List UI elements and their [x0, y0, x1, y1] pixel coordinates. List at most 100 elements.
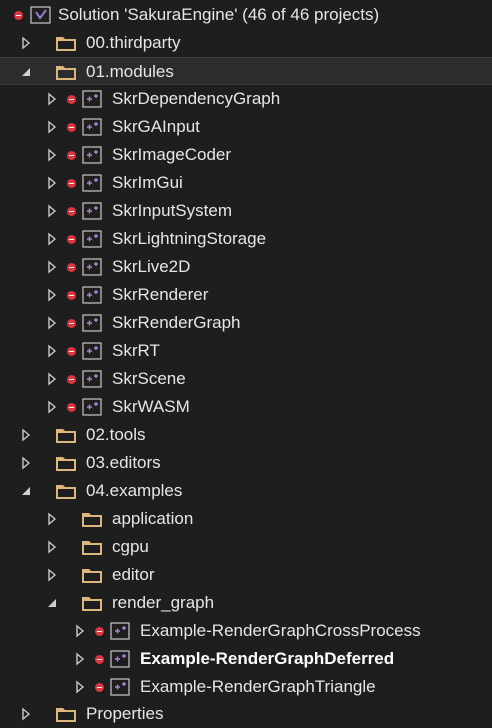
chevron-right-icon[interactable]	[74, 624, 86, 638]
tree-project-skrgainput[interactable]: SkrGAInput	[0, 113, 492, 141]
tree-project-skrimagecoder[interactable]: SkrImageCoder	[0, 141, 492, 169]
chevron-right-icon[interactable]	[46, 400, 58, 414]
tree-project-skrdependencygraph[interactable]: SkrDependencyGraph	[0, 85, 492, 113]
solution-icon	[30, 6, 51, 24]
chevron-right-icon[interactable]	[46, 288, 58, 302]
tree-folder-application[interactable]: application	[0, 505, 492, 533]
cpp-project-icon	[82, 258, 102, 276]
tree-item-label: application	[112, 509, 194, 528]
error-badge-icon	[67, 263, 76, 272]
tree-item-label: render_graph	[112, 593, 215, 612]
error-badge-icon	[67, 291, 76, 300]
folder-icon	[56, 37, 76, 51]
error-badge-icon	[67, 151, 76, 160]
tree-item-label: Example-RenderGraphDeferred	[140, 649, 395, 668]
tree-item-label: 02.tools	[86, 425, 146, 444]
tree-item-label: SkrLive2D	[112, 257, 191, 276]
solution-label: Solution 'SakuraEngine' (46 of 46 projec…	[58, 5, 380, 24]
tree-item-label: Example-RenderGraphCrossProcess	[140, 621, 421, 640]
cpp-project-icon	[82, 398, 102, 416]
chevron-right-icon[interactable]	[46, 512, 58, 526]
chevron-down-icon[interactable]	[20, 484, 32, 498]
chevron-right-icon[interactable]	[20, 456, 32, 470]
tree-item-label: SkrDependencyGraph	[112, 89, 281, 108]
chevron-right-icon[interactable]	[46, 568, 58, 582]
chevron-right-icon[interactable]	[46, 204, 58, 218]
cpp-project-icon	[82, 202, 102, 220]
tree-project-skrscene[interactable]: SkrScene	[0, 365, 492, 393]
folder-icon	[56, 429, 76, 443]
folder-icon	[56, 66, 76, 80]
error-badge-icon	[67, 123, 76, 132]
folder-icon	[56, 485, 76, 499]
chevron-right-icon[interactable]	[46, 232, 58, 246]
chevron-right-icon[interactable]	[46, 120, 58, 134]
tree-item-label: SkrGAInput	[112, 117, 200, 136]
cpp-project-icon	[82, 286, 102, 304]
chevron-right-icon[interactable]	[46, 316, 58, 330]
tree-item-label: 04.examples	[86, 481, 183, 500]
cpp-project-icon	[110, 622, 130, 640]
chevron-right-icon[interactable]	[74, 652, 86, 666]
chevron-right-icon[interactable]	[46, 92, 58, 106]
tree-item-label: SkrInputSystem	[112, 201, 232, 220]
tree-item-label: Example-RenderGraphTriangle	[140, 677, 376, 696]
error-badge-icon	[67, 235, 76, 244]
tree-item-label: editor	[112, 565, 155, 584]
cpp-project-icon	[110, 678, 130, 696]
tree-folder-01-modules[interactable]: 01.modules	[0, 57, 492, 85]
chevron-right-icon[interactable]	[46, 344, 58, 358]
folder-icon	[82, 569, 102, 583]
chevron-right-icon[interactable]	[46, 176, 58, 190]
folder-icon	[82, 513, 102, 527]
chevron-right-icon[interactable]	[20, 36, 32, 50]
cpp-project-icon	[82, 146, 102, 164]
tree-folder-00-thirdparty[interactable]: 00.thirdparty	[0, 29, 492, 57]
tree-project-skrimgui[interactable]: SkrImGui	[0, 169, 492, 197]
tree-project-skrrendergraph[interactable]: SkrRenderGraph	[0, 309, 492, 337]
error-badge-icon	[95, 683, 104, 692]
chevron-right-icon[interactable]	[20, 707, 32, 721]
cpp-project-icon	[82, 314, 102, 332]
error-badge-icon	[67, 207, 76, 216]
tree-item-label: 03.editors	[86, 453, 161, 472]
tree-item-label: cgpu	[112, 537, 149, 556]
tree-project-skrlightningstorage[interactable]: SkrLightningStorage	[0, 225, 492, 253]
tree-folder-03-editors[interactable]: 03.editors	[0, 449, 492, 477]
cpp-project-icon	[82, 90, 102, 108]
chevron-right-icon[interactable]	[46, 540, 58, 554]
tree-project-skrrt[interactable]: SkrRT	[0, 337, 492, 365]
chevron-right-icon[interactable]	[46, 260, 58, 274]
tree-project-example-rendergraphdeferred[interactable]: Example-RenderGraphDeferred	[0, 645, 492, 673]
tree-folder-properties[interactable]: Properties	[0, 700, 492, 728]
tree-item-label: SkrRT	[112, 341, 160, 360]
chevron-down-icon[interactable]	[20, 65, 32, 79]
chevron-right-icon[interactable]	[74, 680, 86, 694]
tree-folder-render-graph[interactable]: render_graph	[0, 589, 492, 617]
error-badge-icon	[67, 403, 76, 412]
tree-project-example-rendergraphtriangle[interactable]: Example-RenderGraphTriangle	[0, 673, 492, 701]
error-badge-icon	[67, 347, 76, 356]
error-badge-icon	[67, 375, 76, 384]
tree-folder-editor[interactable]: editor	[0, 561, 492, 589]
tree-folder-cgpu[interactable]: cgpu	[0, 533, 492, 561]
tree-project-example-rendergraphcrossprocess[interactable]: Example-RenderGraphCrossProcess	[0, 617, 492, 645]
folder-icon	[56, 457, 76, 471]
tree-item-label: SkrWASM	[112, 397, 190, 416]
tree-item-label: SkrImGui	[112, 173, 183, 192]
cpp-project-icon	[82, 370, 102, 388]
tree-project-skrrenderer[interactable]: SkrRenderer	[0, 281, 492, 309]
folder-icon	[82, 597, 102, 611]
tree-project-skrwasm[interactable]: SkrWASM	[0, 393, 492, 421]
chevron-right-icon[interactable]	[46, 148, 58, 162]
tree-project-skrlive2d[interactable]: SkrLive2D	[0, 253, 492, 281]
tree-item-label: SkrScene	[112, 369, 186, 388]
chevron-right-icon[interactable]	[46, 372, 58, 386]
tree-folder-04-examples[interactable]: 04.examples	[0, 477, 492, 505]
tree-item-label: SkrImageCoder	[112, 145, 232, 164]
tree-folder-02-tools[interactable]: 02.tools	[0, 421, 492, 449]
chevron-down-icon[interactable]	[46, 596, 58, 610]
solution-node[interactable]: Solution 'SakuraEngine' (46 of 46 projec…	[0, 1, 492, 29]
chevron-right-icon[interactable]	[20, 428, 32, 442]
tree-project-skrinputsystem[interactable]: SkrInputSystem	[0, 197, 492, 225]
